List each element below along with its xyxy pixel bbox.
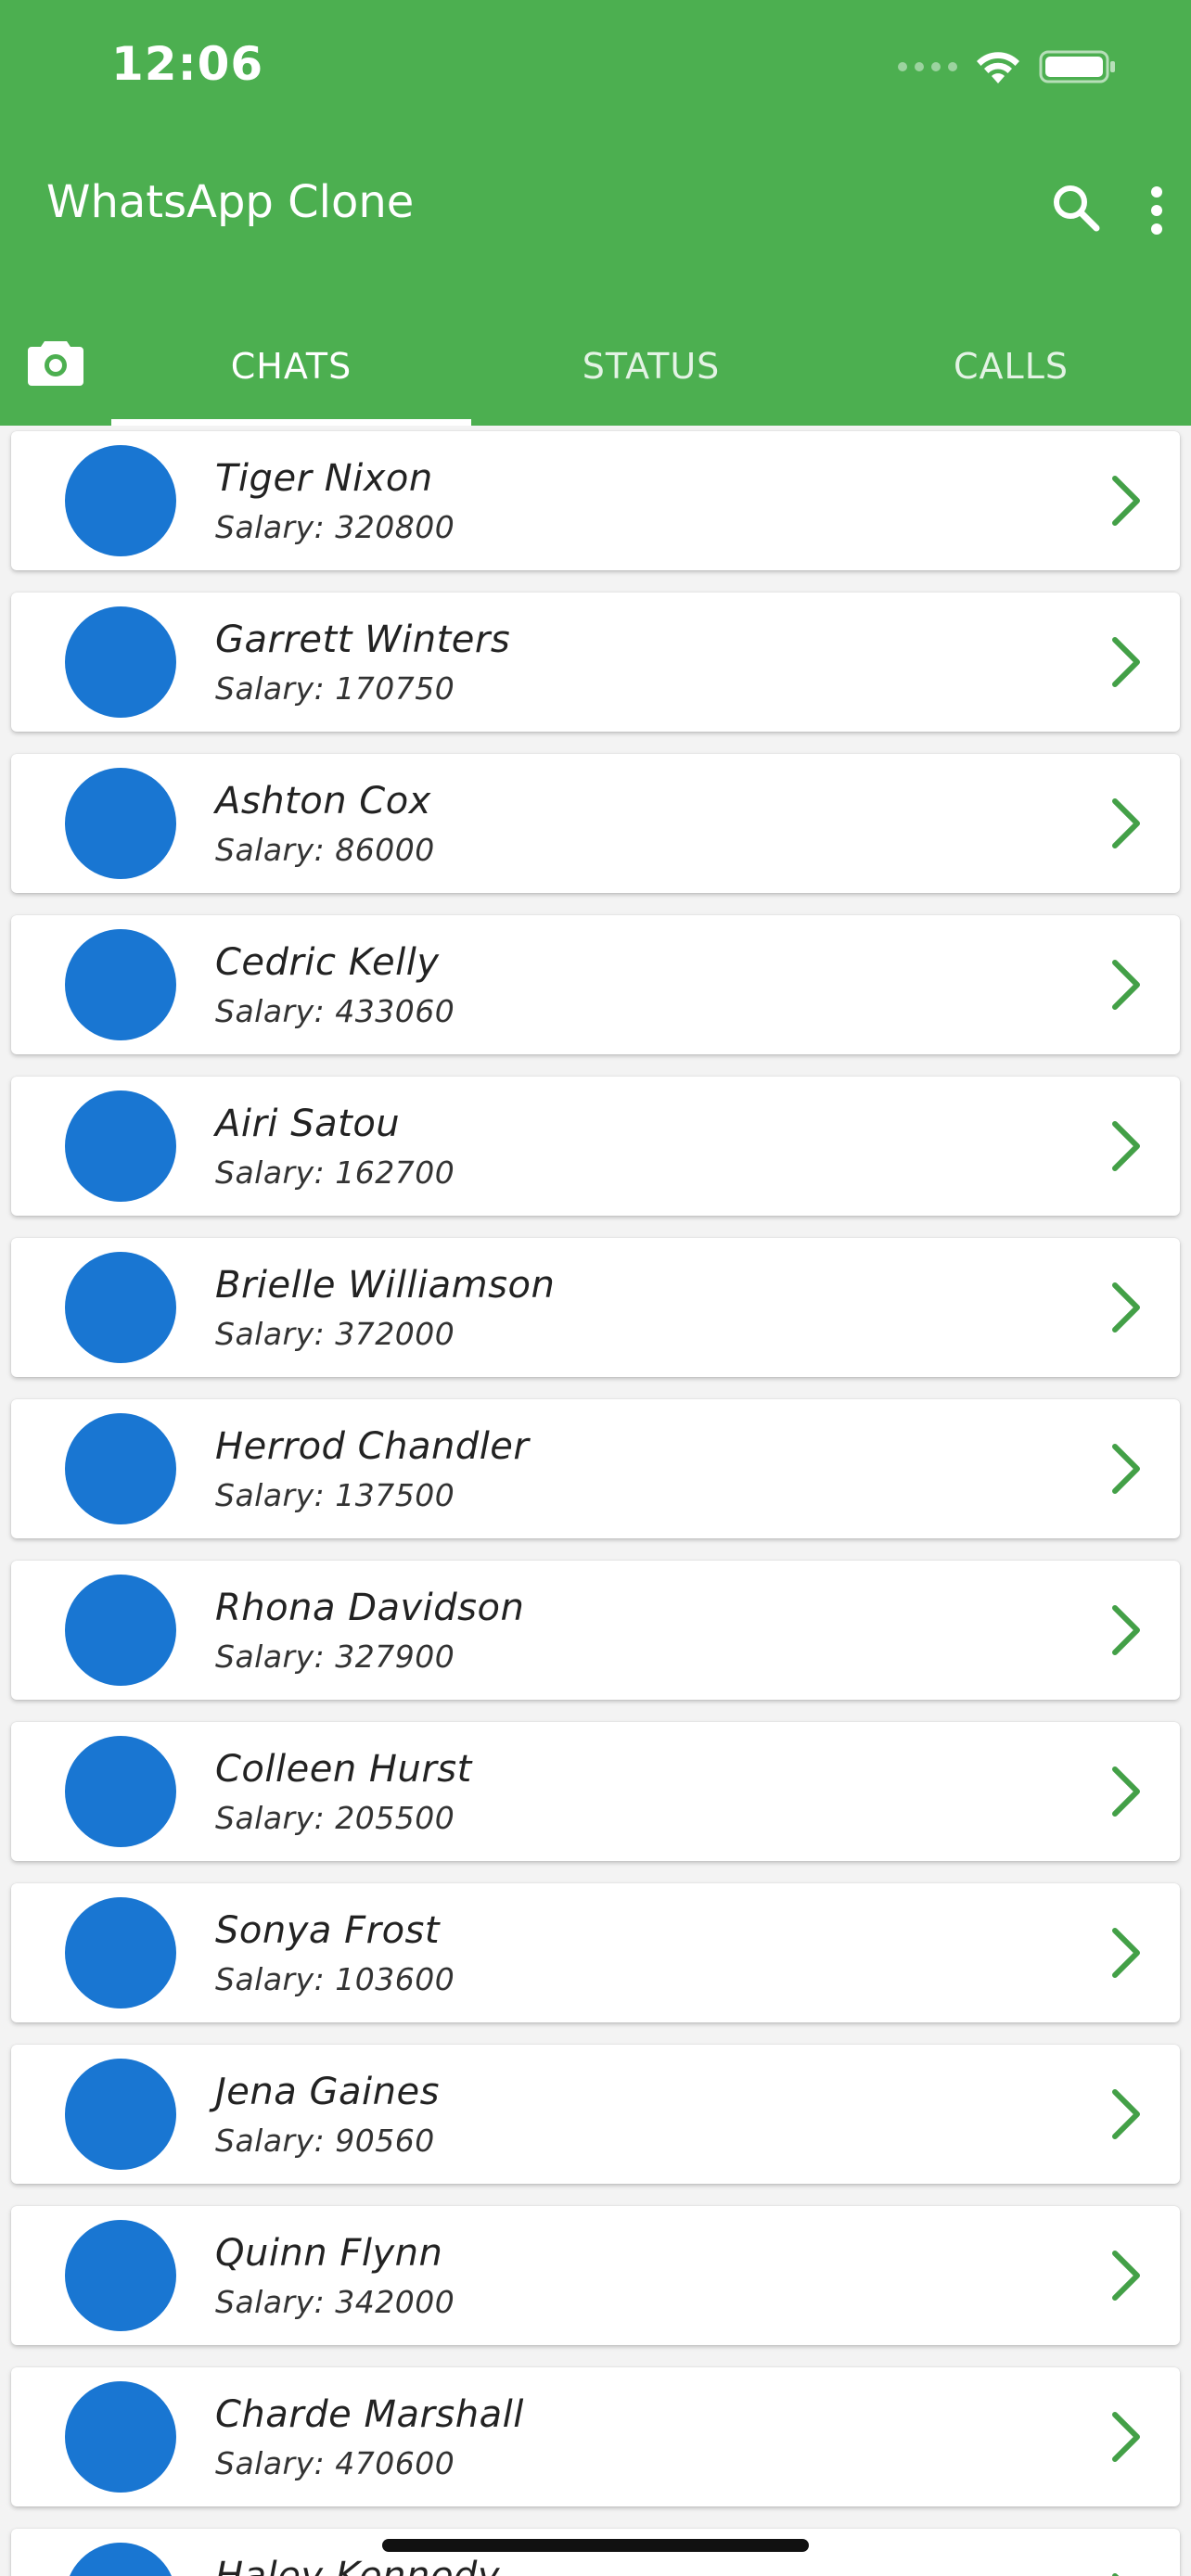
status-icons [898,41,1117,93]
contact-name: Haley Kennedy [215,2555,500,2576]
avatar [65,929,176,1040]
contact-salary: Salary: 327900 [215,1639,455,1675]
search-button[interactable] [1046,178,1106,237]
more-options-button[interactable] [1133,178,1180,243]
chevron-right-icon [1112,2089,1140,2139]
avatar [65,1252,176,1363]
avatar [65,1736,176,1847]
chevron-right-icon [1112,1928,1140,1978]
contact-salary: Salary: 162700 [215,1154,455,1191]
chevron-right-icon [1112,1766,1140,1817]
chat-list-item[interactable]: Quinn Flynn Salary: 342000 [11,2206,1180,2345]
cellular-signal-icon [898,62,957,71]
contact-name: Colleen Hurst [215,1748,472,1791]
contact-salary: Salary: 170750 [215,670,455,707]
avatar [65,606,176,718]
tab-chats[interactable]: CHATS [111,306,471,426]
avatar [65,2220,176,2331]
chevron-right-icon [1112,2573,1120,2576]
contact-name: Jena Gaines [215,2071,440,2113]
contact-salary: Salary: 342000 [215,2284,455,2320]
chat-list-item[interactable]: Jena Gaines Salary: 90560 [11,2045,1180,2184]
avatar [65,1090,176,1202]
contact-name: Airi Satou [215,1103,401,1145]
home-indicator[interactable] [382,2539,809,2552]
chat-list-item[interactable]: Herrod Chandler Salary: 137500 [11,1399,1180,1538]
contact-name: Brielle Williamson [215,1264,556,1307]
chat-list-item[interactable]: Airi Satou Salary: 162700 [11,1077,1180,1216]
contact-salary: Salary: 433060 [215,993,455,1029]
contact-salary: Salary: 90560 [215,2123,435,2159]
chat-list-item[interactable]: Colleen Hurst Salary: 205500 [11,1722,1180,1861]
contact-salary: Salary: 205500 [215,1800,455,1836]
chat-list-item[interactable]: Cedric Kelly Salary: 433060 [11,915,1180,1054]
chat-list-item[interactable]: Sonya Frost Salary: 103600 [11,1883,1180,2022]
chevron-right-icon [1112,476,1140,526]
avatar [65,445,176,556]
chevron-right-icon [1112,2251,1140,2301]
tab-indicator [111,419,471,426]
chat-list-item[interactable]: Ashton Cox Salary: 86000 [11,754,1180,893]
chevron-right-icon [1112,1605,1140,1655]
chevron-right-icon [1112,637,1140,687]
tab-camera[interactable] [19,325,93,399]
chat-list-item[interactable]: Garrett Winters Salary: 170750 [11,593,1180,732]
avatar [65,2543,176,2576]
chat-list-item[interactable]: Tiger Nixon Salary: 320800 [11,431,1180,570]
camera-icon [28,341,83,386]
more-vert-icon [1151,186,1162,235]
contact-salary: Salary: 320800 [215,509,455,545]
chat-list-item[interactable]: Haley Kennedy [11,2529,1180,2576]
tab-bar: CHATS STATUS CALLS [0,306,1191,426]
avatar [65,1575,176,1686]
contact-salary: Salary: 137500 [215,1477,455,1513]
chevron-right-icon [1112,960,1140,1010]
contact-name: Tiger Nixon [215,457,433,500]
contact-name: Sonya Frost [215,1909,441,1952]
chat-list-item[interactable]: Rhona Davidson Salary: 327900 [11,1561,1180,1700]
contact-name: Rhona Davidson [215,1587,525,1629]
chat-list[interactable]: Tiger Nixon Salary: 320800 Garrett Winte… [0,426,1191,2576]
chevron-right-icon [1112,1444,1140,1494]
tab-calls[interactable]: CALLS [831,306,1191,426]
chevron-right-icon [1112,1121,1140,1171]
contact-salary: Salary: 470600 [215,2445,455,2481]
avatar [65,1413,176,1524]
status-time: 12:06 [111,37,264,91]
battery-icon [1039,50,1115,83]
contact-name: Ashton Cox [215,780,431,823]
avatar [65,1897,176,2009]
avatar [65,768,176,879]
contact-name: Herrod Chandler [215,1425,530,1468]
avatar [65,2381,176,2493]
contact-name: Charde Marshall [215,2393,524,2436]
avatar [65,2059,176,2170]
contact-name: Quinn Flynn [215,2232,443,2275]
wifi-icon [977,52,1019,83]
contact-salary: Salary: 86000 [215,832,435,868]
app-title: WhatsApp Clone [46,176,415,228]
contact-salary: Salary: 372000 [215,1316,455,1352]
tab-status[interactable]: STATUS [471,306,831,426]
chevron-right-icon [1112,1282,1140,1333]
chevron-right-icon [1112,2412,1140,2462]
app-bar: 12:06 WhatsApp Clone CHATS STATUS CALLS [0,0,1191,426]
chat-list-item[interactable]: Brielle Williamson Salary: 372000 [11,1238,1180,1377]
chat-list-item[interactable]: Charde Marshall Salary: 470600 [11,2367,1180,2506]
contact-name: Garrett Winters [215,618,511,661]
chevron-right-icon [1112,798,1140,848]
search-icon [1054,185,1100,232]
contact-salary: Salary: 103600 [215,1961,455,1997]
contact-name: Cedric Kelly [215,941,440,984]
